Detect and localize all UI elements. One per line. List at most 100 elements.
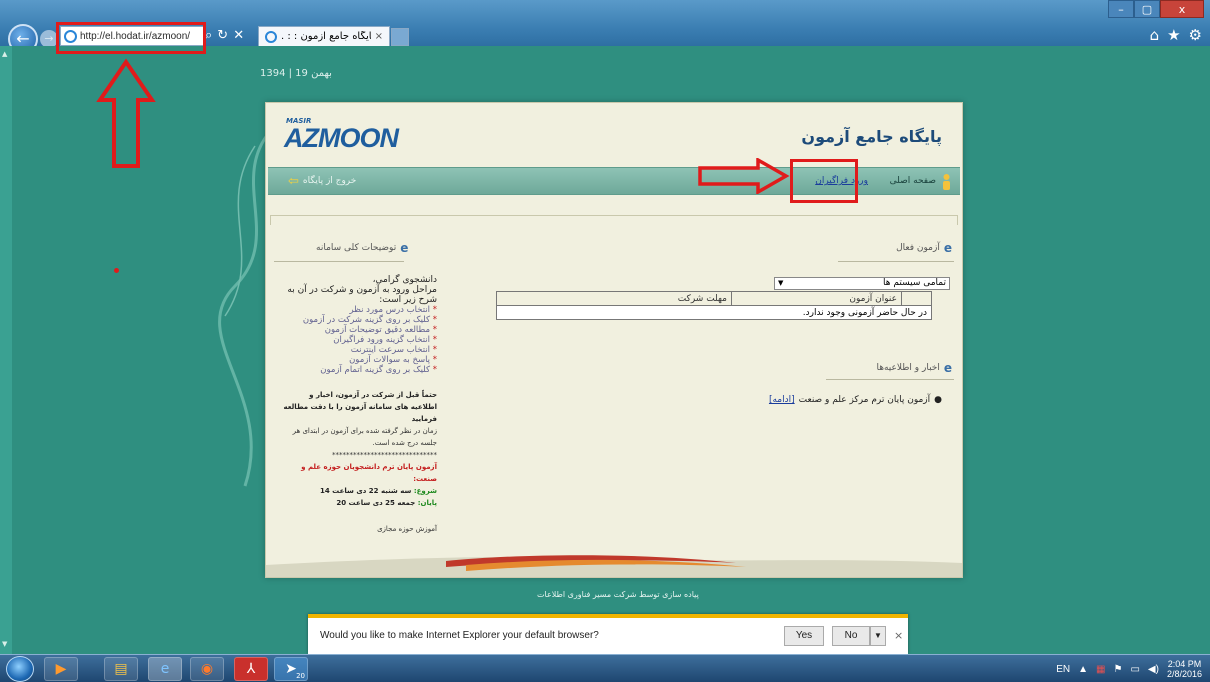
empty-message: در حال حاضر آزمونی وجود ندارد. [496, 305, 932, 320]
search-icon[interactable]: ⌕ [205, 28, 212, 44]
file-explorer-icon[interactable]: ▤ [104, 657, 138, 681]
scroll-down-icon[interactable]: ▼ [2, 640, 10, 650]
bullet-icon: ● [934, 395, 942, 405]
annotation-dot [114, 268, 119, 273]
refresh-icon[interactable]: ↻ [217, 28, 228, 44]
start-button[interactable] [6, 656, 34, 682]
section-divider [838, 261, 954, 262]
step-item: * انتخاب درس مورد نظر [349, 305, 437, 315]
section-e-icon: e [943, 241, 952, 255]
network-icon[interactable]: ▭ [1130, 664, 1139, 675]
table-header-row: عنوان آزمون مهلت شرکت [496, 291, 932, 306]
azmoon-logo[interactable]: MASIR AZMOON [284, 117, 424, 161]
clock[interactable]: 2:04 PM 2/8/2016 [1167, 659, 1202, 679]
site-title: پایگاه جامع آزمون [801, 127, 942, 146]
step-item: * کلیک بر روی گزینه اتمام آزمون [320, 365, 437, 375]
annotation-box-address [56, 22, 206, 54]
tab-title: . : : پایگاه جامع آزمون : : . [281, 31, 371, 42]
browser-right-icons: ⌂ ★ ⚙ [1150, 26, 1202, 44]
exam-title: آزمون پایان ترم دانشجویان حوزه علم و صنع… [301, 463, 437, 483]
table-header-deadline: مهلت شرکت [496, 291, 732, 306]
telegram-icon[interactable]: 20 ➤ [274, 657, 308, 681]
stop-icon[interactable]: ✕ [233, 28, 244, 44]
tray-flag-icon[interactable]: ⚑ [1114, 664, 1123, 675]
tray-expand-icon[interactable]: ▲ [1078, 664, 1088, 675]
section-divider [274, 261, 404, 262]
media-player-icon[interactable]: ▶ [44, 657, 78, 681]
firefox-icon[interactable]: ◉ [190, 657, 224, 681]
notification-message: Would you like to make Internet Explorer… [320, 630, 599, 641]
active-exams-heading: e آزمون فعال [896, 241, 952, 255]
news-title: اخبار و اطلاعیه‌ها [876, 363, 940, 373]
nav-home-link[interactable]: صفحه اصلی [890, 176, 936, 186]
minimize-button[interactable]: – [1108, 0, 1134, 18]
home-icon[interactable]: ⌂ [1150, 26, 1160, 44]
separator: ****************************** [332, 451, 437, 459]
intro-text: مراحل ورود به آزمون و شرکت در آن به شرح … [287, 285, 437, 305]
description-title: توضیحات کلی سامانه [316, 243, 397, 253]
note-time: زمان در نظر گرفته شده برای آزمون در ابتد… [292, 427, 437, 447]
nav-exit-label: خروج از پایگاه [302, 176, 357, 186]
unit-name: آموزش حوزه مجازی [377, 525, 437, 533]
scroll-up-icon[interactable]: ▲ [2, 50, 10, 60]
step-item: * انتخاب سرعت اینترنت [350, 345, 437, 355]
address-tools: ⌕ ↻ ✕ [205, 28, 255, 44]
internet-explorer-icon[interactable]: e [148, 657, 182, 681]
window-controls: – ▢ x [1108, 0, 1204, 20]
greeting: دانشجوی گرامی، [372, 275, 437, 285]
clock-time: 2:04 PM [1167, 659, 1202, 669]
step-item: * انتخاب گزینه ورود فراگیران [333, 335, 437, 345]
taskbar: ▶ ▤ e ◉ ⅄ 20 ➤ EN ▲ ▦ ⚑ ▭ ◀) 2:04 PM 2/8/… [0, 654, 1210, 682]
note-text: حتماً قبل از شرکت در آزمون، اخبار و اطلا… [283, 391, 437, 423]
annotation-right-arrow-icon [698, 158, 790, 194]
favorites-star-icon[interactable]: ★ [1167, 26, 1180, 44]
nav-exit-link[interactable]: خروج از پایگاه ⇦ [288, 173, 357, 189]
logo-text: AZMOON [284, 123, 399, 153]
notification-close-icon[interactable]: × [894, 629, 903, 642]
system-select-value: تمامی سیستم ها [883, 278, 946, 288]
annotation-box-login [790, 159, 858, 203]
table-header-index [901, 291, 932, 306]
description-block: دانشجوی گرامی، مراحل ورود به آزمون و شرک… [282, 275, 437, 535]
vertical-scrollbar[interactable]: ▲ ▼ [0, 46, 12, 654]
language-indicator[interactable]: EN [1056, 664, 1070, 675]
table-row: در حال حاضر آزمونی وجود ندارد. [496, 305, 932, 320]
page-date: 1394 | 19 بهمن [260, 68, 332, 79]
telegram-badge: 20 [296, 672, 305, 680]
table-header-title: عنوان آزمون [731, 291, 902, 306]
system-select[interactable]: تمامی سیستم ها ▼ [774, 277, 950, 290]
system-tray: EN ▲ ▦ ⚑ ▭ ◀) 2:04 PM 2/8/2016 [1056, 659, 1202, 679]
news-heading: e اخبار و اطلاعیه‌ها [876, 361, 952, 375]
news-more-link[interactable]: [ادامه] [769, 395, 795, 405]
close-window-button[interactable]: x [1160, 0, 1204, 18]
volume-icon[interactable]: ◀) [1148, 664, 1159, 675]
pdf-reader-icon[interactable]: ⅄ [234, 657, 268, 681]
exit-arrow-icon: ⇦ [288, 173, 299, 189]
footer-ribbon [266, 555, 962, 577]
description-heading: e توضیحات کلی سامانه [316, 241, 408, 255]
main-panel: MASIR AZMOON پایگاه جامع آزمون صفحه اصلی… [265, 102, 963, 578]
clock-date: 2/8/2016 [1166, 669, 1202, 679]
tools-gear-icon[interactable]: ⚙ [1189, 26, 1202, 44]
active-exams-title: آزمون فعال [896, 243, 940, 253]
section-divider [826, 379, 954, 380]
tray-app-icon[interactable]: ▦ [1096, 664, 1105, 675]
chevron-down-icon: ▼ [778, 279, 784, 287]
footer-credit: پیاده سازی توسط شرکت مسیر فناوری اطلاعات [537, 590, 699, 599]
default-browser-notification: Would you like to make Internet Explorer… [308, 614, 908, 654]
annotation-up-arrow-icon [96, 58, 156, 168]
tab-active[interactable]: . : : پایگاه جامع آزمون : : . × [258, 26, 390, 46]
ie-tab-icon [265, 30, 277, 43]
section-e-icon: e [943, 361, 952, 375]
yes-button[interactable]: Yes [784, 626, 824, 646]
section-e-icon: e [400, 241, 409, 255]
maximize-button[interactable]: ▢ [1134, 0, 1160, 18]
new-tab-button[interactable] [391, 28, 409, 46]
tab-close-icon[interactable]: × [375, 31, 383, 42]
content-frame [270, 215, 958, 225]
news-item-text: آزمون پایان ترم مرکز علم و صنعت [798, 395, 931, 405]
no-button[interactable]: No [832, 626, 870, 646]
step-item: * کلیک بر روی گزینه شرکت در آزمون [302, 315, 437, 325]
step-item: * مطالعه دقیق توضیحات آزمون [324, 325, 437, 335]
no-options-dropdown[interactable]: ▼ [870, 626, 886, 646]
